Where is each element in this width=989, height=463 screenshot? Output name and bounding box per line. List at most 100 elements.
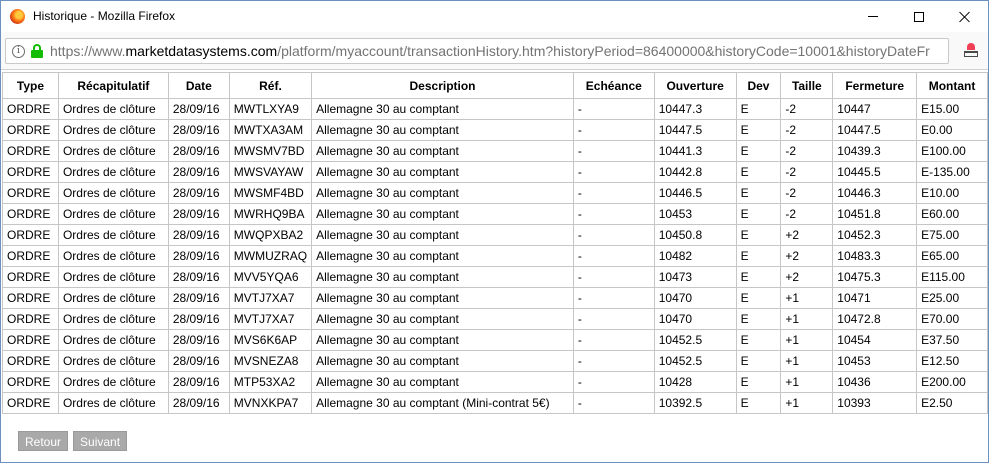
cell-ref: MVTJ7XA7 (228, 308, 313, 330)
cell-montant: E75.00 (916, 224, 988, 246)
column-header-recap: Récapitulatif (57, 72, 169, 99)
cell-taille: +2 (780, 245, 834, 267)
table-row: ORDRE Ordres de clôture 28/09/16 MWSMV7BD Al… (2, 140, 988, 162)
lock-icon[interactable] (31, 44, 43, 58)
cell-dev: E (735, 203, 782, 225)
url-host: marketdatasystems.com (125, 43, 278, 59)
cell-type: ORDRE (2, 287, 59, 309)
cell-echeance: - (572, 203, 655, 225)
cell-ref: MVTJ7XA7 (228, 287, 313, 309)
cell-description: Allemagne 30 au comptant (311, 371, 574, 393)
url-text[interactable]: https://www.marketdatasystems.com/platfo… (50, 43, 930, 59)
cell-ref: MTP53XA2 (228, 371, 313, 393)
cell-taille: -2 (780, 119, 834, 141)
cell-ref: MWTLXYA9 (228, 98, 313, 120)
close-icon (959, 11, 971, 23)
cell-type: ORDRE (2, 140, 59, 162)
cell-fermeture: 10447 (832, 98, 918, 120)
cell-montant: E70.00 (916, 308, 988, 330)
cell-dev: E (735, 350, 782, 372)
cell-description: Allemagne 30 au comptant (311, 350, 574, 372)
cell-dev: E (735, 182, 782, 204)
next-button[interactable]: Suivant (73, 431, 128, 451)
minimize-button[interactable] (850, 1, 896, 32)
cell-date: 28/09/16 (167, 287, 230, 309)
column-header-type: Type (2, 72, 59, 99)
cell-ouverture: 10452.5 (653, 329, 737, 351)
cell-date: 28/09/16 (167, 245, 230, 267)
cell-date: 28/09/16 (167, 161, 230, 183)
url-prefix: https://www. (50, 43, 126, 59)
cell-fermeture: 10447.5 (832, 119, 918, 141)
cell-dev: E (735, 266, 782, 288)
cell-date: 28/09/16 (167, 308, 230, 330)
cell-fermeture: 10471 (832, 287, 918, 309)
cell-taille: +2 (780, 224, 834, 246)
cell-description: Allemagne 30 au comptant (311, 287, 574, 309)
address-bar[interactable]: i https://www.marketdatasystems.com/plat… (5, 38, 949, 64)
cell-description: Allemagne 30 au comptant (311, 308, 574, 330)
cell-recap: Ordres de clôture (57, 119, 169, 141)
maximize-icon (914, 11, 924, 22)
cell-recap: Ordres de clôture (57, 245, 169, 267)
cell-description: Allemagne 30 au comptant (311, 119, 574, 141)
cell-taille: -2 (780, 161, 834, 183)
cell-taille: -2 (780, 203, 834, 225)
cell-fermeture: 10436 (832, 371, 918, 393)
cell-fermeture: 10453 (832, 350, 918, 372)
window-title: Historique - Mozilla Firefox (33, 9, 176, 23)
cell-montant: E12.50 (916, 350, 988, 372)
page-action-icon[interactable] (963, 43, 979, 59)
cell-type: ORDRE (2, 119, 59, 141)
cell-fermeture: 10454 (832, 329, 918, 351)
previous-button[interactable]: Retour (18, 431, 69, 451)
cell-montant: E37.50 (916, 329, 988, 351)
site-info-icon[interactable]: i (12, 45, 25, 58)
cell-montant: E2.50 (916, 392, 988, 414)
cell-date: 28/09/16 (167, 203, 230, 225)
maximize-button[interactable] (896, 1, 942, 32)
cell-fermeture: 10475.3 (832, 266, 918, 288)
cell-dev: E (735, 119, 782, 141)
cell-ouverture: 10450.8 (653, 224, 737, 246)
cell-echeance: - (572, 224, 655, 246)
cell-echeance: - (572, 266, 655, 288)
cell-ouverture: 10441.3 (653, 140, 737, 162)
table-row: ORDRE Ordres de clôture 28/09/16 MVSNEZA8 Al… (2, 350, 988, 372)
cell-recap: Ordres de clôture (57, 287, 169, 309)
cell-date: 28/09/16 (167, 329, 230, 351)
cell-date: 28/09/16 (167, 119, 230, 141)
cell-type: ORDRE (2, 98, 59, 120)
cell-echeance: - (572, 287, 655, 309)
cell-recap: Ordres de clôture (57, 182, 169, 204)
cell-taille: -2 (780, 182, 834, 204)
cell-echeance: - (572, 98, 655, 120)
cell-ref: MWSVAYAW (228, 161, 313, 183)
cell-ref: MWSMV7BD (228, 140, 313, 162)
cell-type: ORDRE (2, 245, 59, 267)
cell-taille: +1 (780, 287, 834, 309)
cell-montant: E200.00 (916, 371, 988, 393)
cell-taille: +1 (780, 350, 834, 372)
cell-type: ORDRE (2, 161, 59, 183)
cell-date: 28/09/16 (167, 182, 230, 204)
cell-ouverture: 10392.5 (653, 392, 737, 414)
table-row: ORDRE Ordres de clôture 28/09/16 MWTXA3AM Al… (2, 119, 988, 141)
cell-echeance: - (572, 392, 655, 414)
cell-type: ORDRE (2, 350, 59, 372)
cell-taille: +1 (780, 308, 834, 330)
cell-recap: Ordres de clôture (57, 392, 169, 414)
cell-fermeture: 10393 (832, 392, 918, 414)
cell-ouverture: 10473 (653, 266, 737, 288)
cell-description: Allemagne 30 au comptant (311, 182, 574, 204)
cell-montant: E60.00 (916, 203, 988, 225)
cell-description: Allemagne 30 au comptant (Mini-contrat 5… (311, 392, 574, 414)
cell-date: 28/09/16 (167, 224, 230, 246)
column-header-echeance: Echéance (572, 72, 655, 99)
cell-fermeture: 10446.3 (832, 182, 918, 204)
column-header-description: Description (311, 72, 574, 99)
cell-description: Allemagne 30 au comptant (311, 224, 574, 246)
page-content: Type Récapitulatif Date Réf. Description… (1, 71, 988, 462)
close-button[interactable] (942, 1, 988, 32)
cell-montant: E-135.00 (916, 161, 988, 183)
